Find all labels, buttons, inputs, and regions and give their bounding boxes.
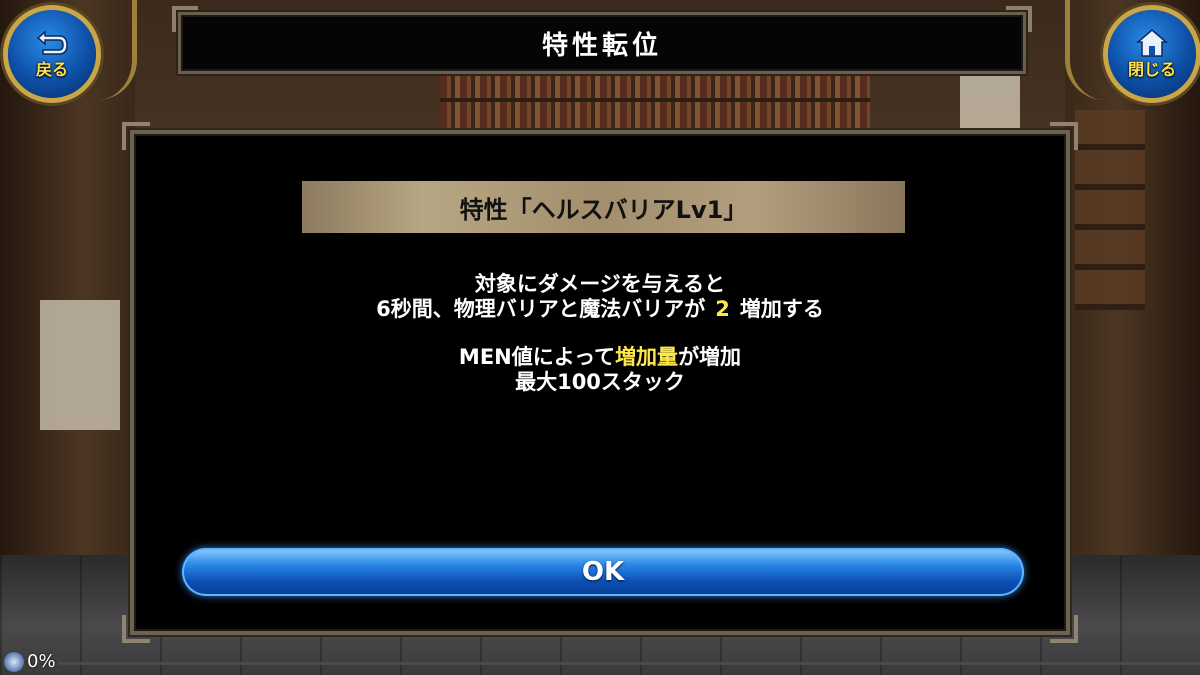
description-text: MEN値によって bbox=[458, 345, 616, 369]
description-text: 増加する bbox=[739, 297, 824, 321]
page-title: 特性転位 bbox=[541, 30, 662, 61]
description-text: が増加 bbox=[678, 345, 742, 369]
trait-description-line: 6秒間、物理バリアと魔法バリアが 2 増加する bbox=[134, 297, 1066, 322]
trait-dialog: 特性「ヘルスバリアLv1」 対象にダメージを与えると 6秒間、物理バリアと魔法バ… bbox=[122, 122, 1078, 643]
highlight-text: 増加量 bbox=[615, 345, 679, 369]
trait-description-line: 対象にダメージを与えると bbox=[474, 272, 726, 296]
bookshelf bbox=[1075, 110, 1145, 310]
trait-description-line: MEN値によって増加量が増加 bbox=[134, 345, 1066, 370]
bookshelf bbox=[440, 70, 870, 130]
home-icon bbox=[1135, 29, 1169, 57]
frame-corner bbox=[1050, 615, 1078, 643]
ok-button[interactable]: OK bbox=[182, 548, 1024, 596]
window bbox=[40, 300, 120, 430]
trait-title: 特性「ヘルスバリアLv1」 bbox=[302, 181, 905, 233]
progress-percent: 0% bbox=[27, 651, 56, 672]
frame-corner bbox=[122, 615, 150, 643]
progress-bar bbox=[58, 662, 1200, 665]
loading-icon bbox=[4, 652, 24, 672]
title-bar: 特性転位 bbox=[172, 6, 1032, 74]
description-text: 6秒間、物理バリアと魔法バリアが bbox=[376, 297, 706, 321]
return-arrow-icon bbox=[36, 30, 68, 55]
close-label: 閉じる bbox=[1127, 60, 1176, 79]
barrier-value: 2 bbox=[715, 297, 730, 321]
frame-corner bbox=[122, 122, 150, 150]
trait-description-line: 最大100スタック bbox=[515, 370, 685, 394]
back-button[interactable]: 戻る bbox=[8, 10, 96, 98]
frame-corner bbox=[1050, 122, 1078, 150]
download-status: 0% bbox=[0, 649, 1200, 675]
close-button[interactable]: 閉じる bbox=[1108, 10, 1196, 98]
back-label: 戻る bbox=[35, 60, 68, 79]
